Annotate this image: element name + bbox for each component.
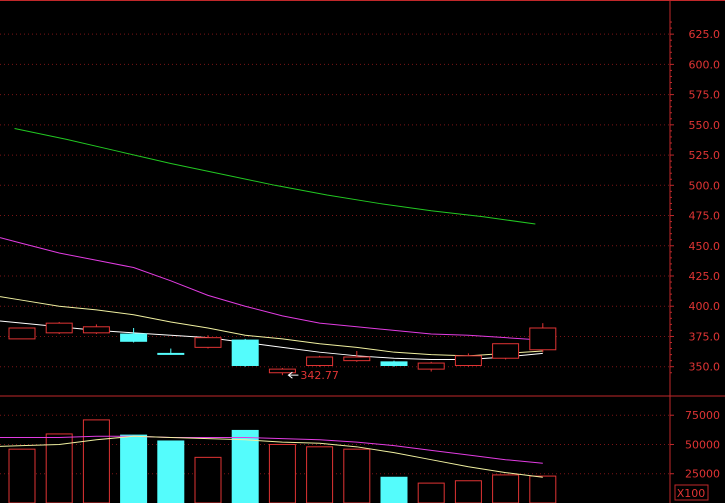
ma-short-line bbox=[0, 296, 543, 357]
price-tick-label: 400.0 bbox=[689, 300, 721, 313]
volume-bar-up bbox=[492, 474, 520, 503]
volume-bar-up bbox=[343, 448, 371, 503]
volume-tick-label: 25000 bbox=[685, 468, 720, 481]
candle-body-up bbox=[492, 343, 520, 359]
volume-axis: 25000 50000 75000 bbox=[670, 409, 720, 481]
volume-bar-down bbox=[231, 429, 259, 503]
volume-bar-up bbox=[417, 482, 445, 503]
price-tick-label: 625.0 bbox=[689, 28, 721, 41]
volume-bar-up bbox=[82, 419, 110, 503]
candle-body-up bbox=[454, 355, 482, 366]
stock-chart: 342.77 350.0 375.0 400.0 425.0 450.0 475.0 500… bbox=[0, 0, 725, 503]
candle-body-up bbox=[306, 356, 334, 366]
volume-bar-up bbox=[529, 475, 557, 503]
price-tick-label: 350.0 bbox=[689, 361, 721, 374]
price-axis: 350.0 375.0 400.0 425.0 450.0 475.0 500.0 525.0… bbox=[670, 21, 721, 374]
price-annotations: 342.77 bbox=[287, 369, 339, 382]
volume-bar-up bbox=[194, 456, 222, 503]
candle-body-up bbox=[82, 326, 110, 334]
price-tick-label: 575.0 bbox=[689, 89, 721, 102]
volume-bar-series bbox=[8, 419, 557, 503]
candle-body-up bbox=[45, 322, 73, 334]
ma-long-line bbox=[14, 127, 536, 225]
candle-body-down bbox=[231, 339, 259, 366]
candle-body-up bbox=[268, 368, 296, 374]
candle-body-down bbox=[157, 352, 185, 355]
price-tick-label: 525.0 bbox=[689, 149, 721, 162]
candle-body-up bbox=[343, 356, 371, 362]
volume-bar-up bbox=[454, 480, 482, 503]
candle-body-down bbox=[380, 361, 408, 366]
candle-body-up bbox=[417, 362, 445, 370]
volume-bar-down bbox=[380, 476, 408, 503]
candle-body-up bbox=[529, 327, 557, 351]
price-grid bbox=[0, 33, 670, 368]
price-tick-label: 475.0 bbox=[689, 210, 721, 223]
volume-bar-up bbox=[268, 443, 296, 503]
annotation-label: 342.77 bbox=[300, 369, 339, 382]
volume-bar-up bbox=[8, 448, 36, 503]
price-tick-label: 425.0 bbox=[689, 270, 721, 283]
volume-tick-label: 75000 bbox=[685, 409, 720, 422]
candle-body-up bbox=[8, 327, 36, 340]
price-tick-label: 550.0 bbox=[689, 119, 721, 132]
volume-bar-up bbox=[306, 446, 334, 503]
candlestick-series bbox=[8, 321, 557, 376]
ma-mid-line bbox=[0, 237, 543, 341]
price-tick-label: 375.0 bbox=[689, 330, 721, 343]
volume-unit-box: X100 bbox=[674, 484, 709, 501]
price-tick-label: 450.0 bbox=[689, 240, 721, 253]
price-tick-label: 500.0 bbox=[689, 179, 721, 192]
candle-body-up bbox=[194, 337, 222, 348]
candle-body-down bbox=[120, 333, 148, 342]
ma-short-white-line bbox=[0, 320, 543, 360]
volume-unit-label: X100 bbox=[677, 487, 706, 500]
volume-tick-label: 50000 bbox=[685, 438, 720, 451]
volume-bar-down bbox=[120, 434, 148, 503]
moving-average-lines bbox=[0, 127, 543, 360]
price-tick-label: 600.0 bbox=[689, 58, 721, 71]
volume-bar-down bbox=[157, 440, 185, 503]
